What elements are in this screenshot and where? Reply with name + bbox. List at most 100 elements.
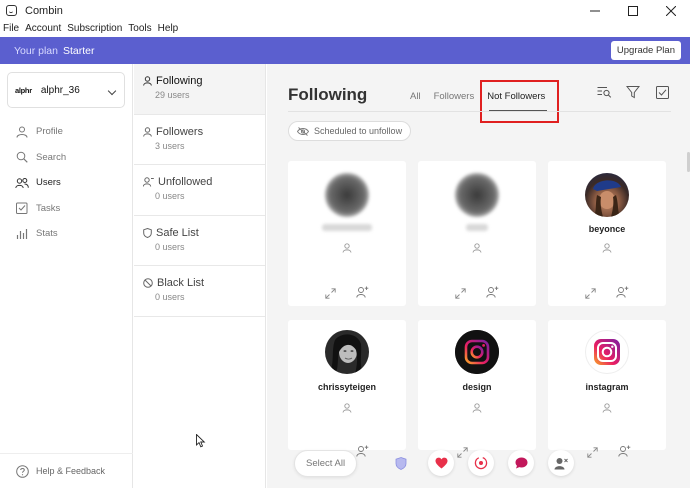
sidebar-item-tasks[interactable]: Tasks [0,196,133,222]
list-item-unfollowed[interactable]: Unfollowed 0 users [134,165,265,216]
bulk-action-bar: Select All [294,448,358,478]
user-card[interactable] [288,161,406,306]
username: instagram [585,382,629,392]
menu-account[interactable]: Account [25,23,61,34]
menu-file[interactable]: File [3,23,19,34]
username: beyonce [588,224,626,234]
user-card[interactable]: beyonce [548,161,666,306]
expand-icon[interactable] [323,286,337,300]
user-icon [340,241,354,255]
user-icon [600,241,614,255]
divider [288,111,671,112]
avatar [585,173,629,217]
user-card[interactable]: instagram [548,320,666,458]
user-icon [340,401,354,415]
plan-name: Starter [62,44,95,57]
list-item-black-list[interactable]: Black List 0 users [134,266,265,317]
sidebar-item-search[interactable]: Search [0,145,133,171]
list-item-safe-list[interactable]: Safe List 0 users [134,215,265,266]
page-title: Following [288,85,368,104]
menu-bar: File Account Subscription Tools Help [0,21,690,35]
maximize-icon[interactable] [614,0,652,21]
add-user-icon[interactable] [617,444,631,458]
expand-icon[interactable] [455,445,469,459]
chip-label: Scheduled to unfollow [314,126,403,136]
add-user-icon[interactable] [355,444,369,458]
sidebar-nav: Profile Search Users Tasks Stats [0,119,133,247]
user-card[interactable]: design [418,320,536,458]
blurred-username [322,224,372,231]
shield-icon[interactable] [388,450,414,476]
user-card[interactable] [418,161,536,306]
filter-icon[interactable] [625,84,641,100]
list-title: Following [156,75,203,87]
user-icon [143,126,152,137]
title-bar: Combin [0,0,690,21]
list-title: Unfollowed [158,176,213,188]
toolbar [583,84,670,100]
sidebar-item-users[interactable]: Users [0,170,133,196]
list-title: Black List [157,277,205,289]
menu-subscription[interactable]: Subscription [67,23,122,34]
avatar [585,330,629,374]
divider [0,453,133,454]
user-minus-icon [143,177,154,187]
main-panel: Following All Followers Not Followers Sc… [267,64,690,488]
avatar [455,173,499,217]
user-icon [470,401,484,415]
add-user-icon[interactable] [615,285,629,299]
list-title: Safe List [156,226,199,239]
select-checkbox-icon[interactable] [654,84,670,100]
sidebar-item-label: Tasks [36,202,61,214]
expand-icon[interactable] [453,286,467,300]
sidebar-item-stats[interactable]: Stats [0,221,133,247]
list-item-followers[interactable]: Followers 3 users [134,114,265,165]
minimize-icon[interactable] [576,0,614,21]
avatar [325,173,369,217]
plan-bar: Your plan Starter Upgrade Plan [0,37,690,64]
shield-icon [143,227,152,238]
menu-tools[interactable]: Tools [128,23,151,34]
help-feedback-link[interactable]: Help & Feedback [15,464,105,478]
user-card[interactable]: chrissyteigen [288,320,406,457]
combin-logo-icon [6,5,17,16]
user-icon [470,241,484,255]
comment-icon[interactable] [508,450,534,476]
list-item-following[interactable]: Following 29 users [134,64,265,115]
help-label: Help & Feedback [36,466,106,476]
list-count: 0 users [155,292,185,302]
sidebar-item-profile[interactable]: Profile [0,119,133,145]
avatar [325,330,369,374]
sidebar-item-label: Profile [36,126,63,138]
expand-icon[interactable] [583,286,597,300]
tab-all[interactable]: All [410,91,421,102]
list-count: 0 users [155,241,185,252]
sidebar-item-label: Users [36,177,61,189]
unfollow-user-icon[interactable] [548,450,574,476]
users-icon [15,176,29,190]
sidebar: alphr alphr_36 Profile Search Users Task… [0,64,133,488]
eye-slash-icon [297,126,309,136]
blurred-username [466,224,488,231]
search-list-icon[interactable] [596,84,612,100]
account-username: alphr_36 [40,84,80,96]
stats-icon [15,227,29,241]
menu-help[interactable]: Help [158,23,179,34]
list-title: Followers [156,125,204,138]
account-selector[interactable]: alphr alphr_36 [7,72,125,108]
select-all-button[interactable]: Select All [294,449,358,477]
add-user-icon[interactable] [355,285,369,299]
sidebar-item-label: Search [36,151,67,163]
tab-followers[interactable]: Followers [434,91,475,102]
scheduled-to-unfollow-filter[interactable]: Scheduled to unfollow [288,121,412,141]
sidebar-item-label: Stats [36,228,58,240]
add-user-icon[interactable] [485,285,499,299]
upgrade-plan-button[interactable]: Upgrade Plan [610,41,681,60]
story-view-icon[interactable] [468,450,494,476]
plan-label: Your plan [14,44,58,57]
close-icon[interactable] [652,0,690,21]
heart-icon[interactable] [428,450,454,476]
list-count: 3 users [155,140,185,151]
tasks-icon [15,201,29,215]
expand-icon[interactable] [585,445,599,459]
